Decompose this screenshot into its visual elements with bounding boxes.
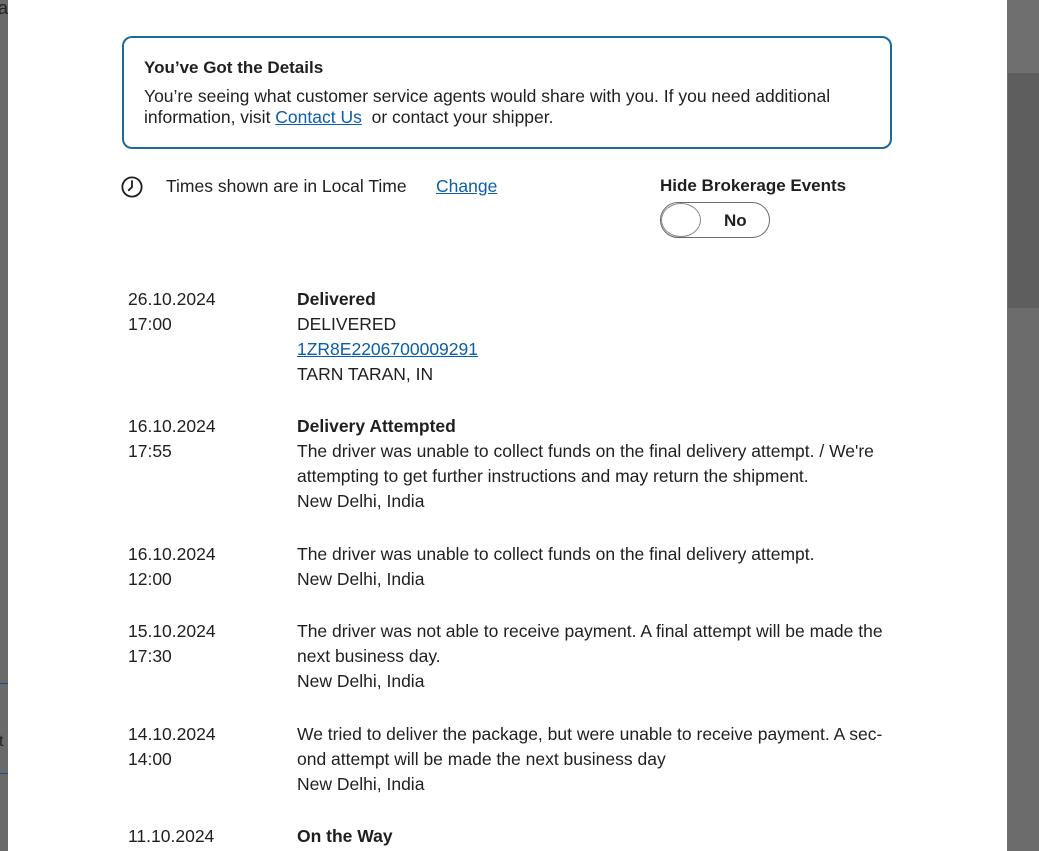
timezone-label: Times shown are in Local Time bbox=[166, 176, 407, 196]
event-details: Delivered DELIVERED 1ZR8E2206700009291 T… bbox=[297, 287, 897, 387]
event-date: 16.10.2024 bbox=[128, 544, 216, 564]
event-date: 16.10.2024 bbox=[128, 416, 216, 436]
event-datetime: 14.10.2024 14:00 bbox=[128, 722, 216, 772]
notice-text: or contact your shipper. bbox=[361, 107, 554, 127]
toggle-knob bbox=[662, 204, 700, 236]
event-location: New Delhi, India bbox=[297, 774, 425, 794]
background-divider bbox=[0, 683, 8, 684]
event-location: TARN TARAN, IN bbox=[297, 364, 434, 384]
toggle-value: No bbox=[724, 211, 747, 230]
event-datetime: 16.10.2024 17:55 bbox=[128, 414, 216, 464]
event-details: The driver was unable to collect funds o… bbox=[297, 542, 897, 592]
change-timezone-link[interactable]: Change bbox=[436, 176, 497, 197]
hide-brokerage-toggle[interactable]: No bbox=[660, 202, 770, 238]
event-description: The driver was not able to receive payme… bbox=[297, 621, 883, 666]
event-time: 17:30 bbox=[128, 646, 172, 666]
event-details: On the Way bbox=[297, 824, 897, 849]
event-details: The driver was not able to receive payme… bbox=[297, 619, 897, 694]
event-date: 26.10.2024 bbox=[128, 289, 216, 309]
event-datetime: 16.10.2024 12:00 bbox=[128, 542, 216, 592]
tracking-number-link[interactable]: 1ZR8E2206700009291 bbox=[297, 339, 478, 359]
background-panel bbox=[1008, 308, 1039, 851]
event-datetime: 15.10.2024 17:30 bbox=[128, 619, 216, 669]
event-status: Delivered bbox=[297, 289, 376, 309]
notice-body: You’re seeing what customer service agen… bbox=[144, 86, 864, 128]
background-text-fragment: a bbox=[0, 0, 9, 18]
event-time: 14:00 bbox=[128, 749, 172, 769]
event-description: The driver was unable to collect funds o… bbox=[297, 544, 815, 564]
brokerage-toggle-group: Hide Brokerage Events No bbox=[660, 176, 847, 238]
event-time: 17:00 bbox=[128, 314, 172, 334]
shipment-progress-modal: You’ve Got the Details You’re seeing wha… bbox=[8, 0, 1007, 851]
background-divider bbox=[0, 773, 8, 774]
event-details: We tried to deliver the package, but wer… bbox=[297, 722, 897, 797]
contact-us-link[interactable]: Contact Us bbox=[275, 107, 362, 127]
event-date: 11.10.2024 bbox=[128, 826, 215, 846]
background-panel bbox=[1008, 73, 1039, 308]
event-description: DELIVERED bbox=[297, 314, 397, 334]
event-status: Delivery Attempted bbox=[297, 416, 456, 436]
event-description: We tried to deliver the package, but wer… bbox=[297, 724, 883, 769]
event-location: New Delhi, India bbox=[297, 491, 425, 511]
event-date: 14.10.2024 bbox=[128, 724, 216, 744]
details-notice: You’ve Got the Details You’re seeing wha… bbox=[122, 36, 892, 149]
event-time: 17:55 bbox=[128, 441, 172, 461]
event-time: 12:00 bbox=[128, 569, 172, 589]
background-text-fragment: t bbox=[0, 733, 4, 750]
background-panel bbox=[1008, 0, 1039, 73]
event-datetime: 11.10.2024 bbox=[128, 824, 214, 849]
background-left-strip bbox=[0, 0, 8, 851]
clock-icon bbox=[121, 176, 143, 198]
brokerage-toggle-label: Hide Brokerage Events bbox=[660, 176, 847, 195]
event-location: New Delhi, India bbox=[297, 569, 425, 589]
event-date: 15.10.2024 bbox=[128, 621, 216, 641]
event-details: Delivery Attempted The driver was unable… bbox=[297, 414, 897, 514]
event-datetime: 26.10.2024 17:00 bbox=[128, 287, 216, 337]
event-location: New Delhi, India bbox=[297, 671, 425, 691]
event-description: The driver was unable to collect funds o… bbox=[297, 441, 874, 486]
notice-title: You’ve Got the Details bbox=[144, 58, 324, 77]
event-status: On the Way bbox=[297, 826, 393, 846]
